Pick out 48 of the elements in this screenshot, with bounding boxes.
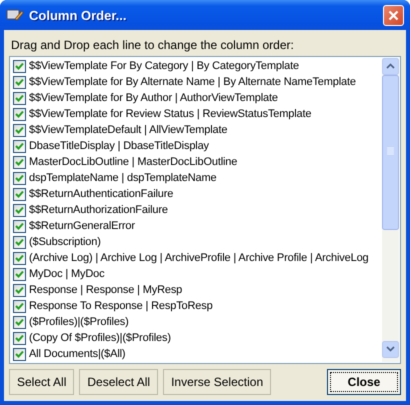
checkbox[interactable] [13, 268, 26, 280]
checkbox[interactable] [13, 204, 26, 216]
checkbox[interactable] [13, 284, 26, 296]
action-button[interactable]: Inverse Selection [163, 369, 272, 395]
checkbox[interactable] [13, 332, 26, 344]
action-button[interactable]: Select All [9, 369, 74, 395]
checkbox[interactable] [13, 60, 26, 72]
column-label[interactable]: $$ViewTemplate for By Alternate Name | By Alternate NameTemplate [29, 76, 356, 88]
column-label[interactable]: MasterDocLibOutline | MasterDocLibOutline [29, 156, 238, 168]
column-label[interactable]: Response | Response | MyResp [29, 284, 182, 296]
column-label[interactable]: Response To Response | RespToResp [29, 300, 213, 312]
checkbox[interactable] [13, 316, 26, 328]
checkbox[interactable] [13, 124, 26, 136]
checkbox[interactable] [13, 172, 26, 184]
column-label[interactable]: $$ReturnAuthorizationFailure [29, 204, 168, 216]
checkbox[interactable] [13, 108, 26, 120]
column-label[interactable]: ($Profiles)|($Profiles) [29, 316, 129, 328]
action-button[interactable]: Deselect All [79, 369, 158, 395]
app-icon [6, 8, 24, 22]
column-label[interactable]: $$ReturnGeneralError [29, 220, 135, 232]
scrollbar-drawing[interactable] [382, 58, 399, 358]
checkbox[interactable] [13, 300, 26, 312]
instruction-text: Drag and Drop each line to change the column order: [11, 38, 295, 52]
column-label[interactable]: (Copy Of $Profiles)|($Profiles) [29, 332, 171, 344]
close-icon [388, 10, 399, 20]
checkbox[interactable] [13, 140, 26, 152]
checkbox[interactable] [13, 252, 26, 264]
close-button[interactable]: Close [327, 369, 401, 395]
window-title: Column Order... [29, 8, 128, 22]
column-label[interactable]: dspTemplateName | dspTemplateName [29, 172, 216, 184]
column-label[interactable]: DbaseTitleDisplay | DbaseTitleDisplay [29, 140, 209, 152]
checkbox[interactable] [13, 92, 26, 104]
close-button[interactable] [383, 4, 404, 26]
column-label[interactable]: $$ViewTemplateDefault | AllViewTemplate [29, 124, 228, 136]
column-label[interactable]: $$ViewTemplate for Review Status | ReviewStatusTemplate [29, 108, 312, 120]
column-label[interactable]: All Documents|($All) [29, 348, 126, 360]
column-label[interactable]: MyDoc | MyDoc [29, 268, 104, 280]
checkbox[interactable] [13, 188, 26, 200]
checkbox[interactable] [13, 348, 26, 360]
checkbox[interactable] [13, 76, 26, 88]
checkbox[interactable] [13, 236, 26, 248]
column-label[interactable]: $$ViewTemplate For By Category | By CategoryTemplate [29, 60, 299, 72]
column-label[interactable]: ($Subscription) [29, 236, 101, 248]
column-label[interactable]: $$ReturnAuthenticationFailure [29, 188, 174, 200]
column-label[interactable]: (Archive Log) | Archive Log | ArchiveProfile | Archive Profile | ArchiveLog [29, 252, 369, 264]
checkbox[interactable] [13, 156, 26, 168]
checkbox[interactable] [13, 220, 26, 232]
column-label[interactable]: $$ViewTemplate for By Author | AuthorViewTemplate [29, 92, 278, 104]
